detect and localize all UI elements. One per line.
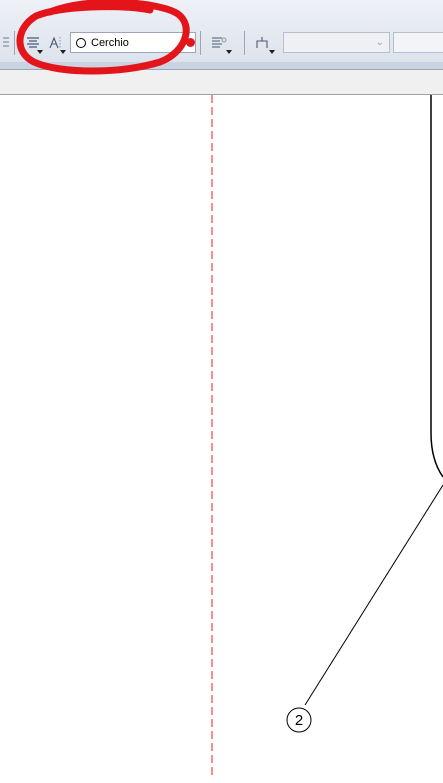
chevron-down-icon	[226, 50, 232, 54]
chevron-down-icon	[269, 50, 275, 54]
text-align-button[interactable]	[22, 30, 44, 56]
partial-toolbar-button[interactable]	[0, 30, 12, 56]
toolbar-separator	[14, 31, 15, 55]
chevron-down-icon	[37, 50, 43, 54]
text-style-combo[interactable]: Cerchio	[70, 32, 196, 53]
toolbar-bottom-strip	[0, 62, 443, 70]
chevron-down-icon	[60, 50, 66, 54]
annotation-dot	[186, 38, 195, 47]
circle-icon	[76, 37, 86, 48]
text-style-value: Cerchio	[91, 36, 129, 49]
text-height-button[interactable]	[44, 30, 66, 56]
secondary-combo[interactable]	[393, 32, 443, 53]
toolbar-separator	[244, 31, 245, 55]
balloon[interactable]: 2	[286, 707, 312, 733]
layer-combo[interactable]: ⌄	[283, 32, 390, 53]
drawing-canvas[interactable]: 2	[0, 95, 443, 778]
part-outline	[430, 95, 443, 478]
balloon-label: 2	[295, 712, 303, 729]
leader-line	[304, 484, 443, 706]
tab-band	[0, 70, 443, 95]
leader-style-button[interactable]	[206, 30, 232, 56]
chevron-down-icon: ⌄	[375, 37, 384, 48]
toolbar: Cerchio ⌄	[0, 0, 443, 63]
toolbar-separator	[200, 31, 201, 55]
bracket-button[interactable]	[250, 30, 276, 56]
